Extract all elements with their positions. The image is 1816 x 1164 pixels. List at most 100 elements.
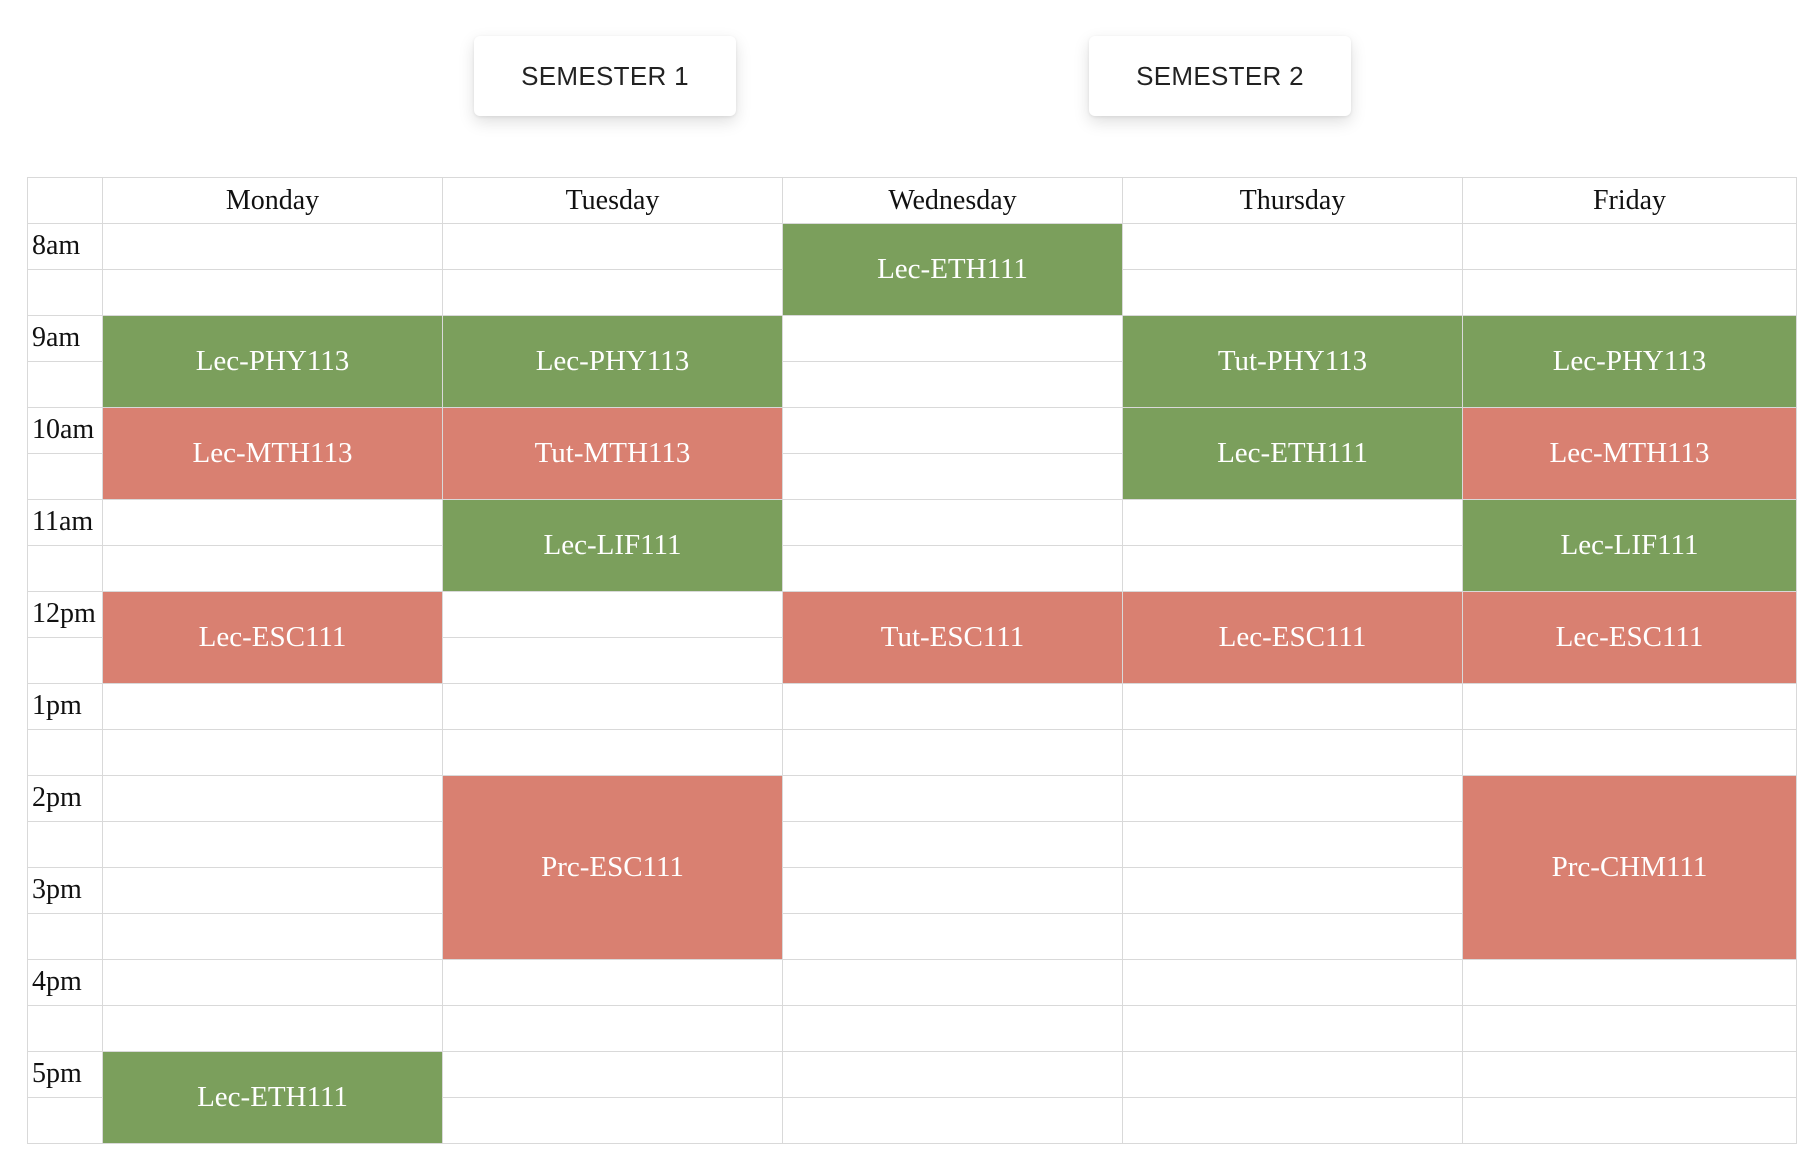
empty-slot <box>1122 729 1463 776</box>
class-block[interactable]: Prc-ESC111 <box>442 775 783 960</box>
day-header: Wednesday <box>782 177 1123 224</box>
class-block[interactable]: Lec-PHY113 <box>1462 315 1797 408</box>
empty-slot <box>782 407 1123 454</box>
empty-slot <box>782 545 1123 592</box>
empty-slot <box>1122 1097 1463 1144</box>
time-label: 4pm <box>27 959 103 1006</box>
time-label: 5pm <box>27 1051 103 1098</box>
time-spacer-cell <box>27 637 103 684</box>
empty-slot <box>1122 683 1463 730</box>
half-hour-row: 9am Lec-PHY113 Lec-PHY113 Tut-PHY113 Lec-PHY… <box>27 315 1797 408</box>
day-header-row: Monday Tuesday Wednesday Thursday Friday <box>27 177 1797 224</box>
empty-slot <box>442 1005 783 1052</box>
semester-2-button[interactable]: SEMESTER 2 <box>1089 36 1351 116</box>
empty-slot <box>1122 1051 1463 1098</box>
empty-slot <box>1122 775 1463 822</box>
time-spacer-cell <box>27 821 103 868</box>
half-hour-row <box>27 1005 1797 1052</box>
class-block[interactable]: Lec-ETH111 <box>102 1051 443 1144</box>
half-hour-row: 1pm <box>27 683 1797 730</box>
class-block[interactable]: Lec-ESC111 <box>102 591 443 684</box>
empty-slot <box>1122 867 1463 914</box>
half-hour-row: 8am Lec-ETH111 <box>27 223 1797 316</box>
empty-slot <box>1122 223 1463 270</box>
empty-slot <box>1122 1005 1463 1052</box>
time-label: 1pm <box>27 683 103 730</box>
empty-slot <box>1122 913 1463 960</box>
empty-slot <box>102 545 443 592</box>
class-block[interactable]: Lec-ESC111 <box>1462 591 1797 684</box>
empty-slot <box>782 821 1123 868</box>
empty-slot <box>782 867 1123 914</box>
empty-slot <box>782 1051 1123 1098</box>
empty-slot <box>782 683 1123 730</box>
empty-slot <box>782 499 1123 546</box>
semester-1-button[interactable]: SEMESTER 1 <box>474 36 736 116</box>
empty-slot <box>1462 223 1797 270</box>
empty-slot <box>102 775 443 822</box>
time-label: 3pm <box>27 867 103 914</box>
empty-slot <box>1462 1051 1797 1098</box>
half-hour-row: 5pm Lec-ETH111 <box>27 1051 1797 1144</box>
day-header: Friday <box>1462 177 1797 224</box>
time-spacer-cell <box>27 453 103 500</box>
empty-slot <box>102 729 443 776</box>
class-block[interactable]: Lec-PHY113 <box>102 315 443 408</box>
empty-slot <box>442 591 783 638</box>
time-label: 10am <box>27 407 103 454</box>
empty-slot <box>442 959 783 1006</box>
class-block[interactable]: Tut-PHY113 <box>1122 315 1463 408</box>
empty-slot <box>102 959 443 1006</box>
empty-slot <box>782 913 1123 960</box>
day-header: Monday <box>102 177 443 224</box>
empty-slot <box>1122 545 1463 592</box>
timetable-grid: Monday Tuesday Wednesday Thursday Friday… <box>27 177 1797 1144</box>
empty-slot <box>442 729 783 776</box>
empty-slot <box>102 269 443 316</box>
time-spacer-cell <box>27 361 103 408</box>
empty-slot <box>782 729 1123 776</box>
class-block[interactable]: Prc-CHM111 <box>1462 775 1797 960</box>
class-block[interactable]: Lec-MTH113 <box>1462 407 1797 500</box>
class-block[interactable]: Tut-ESC111 <box>782 591 1123 684</box>
empty-slot <box>1122 821 1463 868</box>
class-block[interactable]: Lec-PHY113 <box>442 315 783 408</box>
timetable-page: SEMESTER 1 SEMESTER 2 Monday Tuesday Wed… <box>0 0 1816 1164</box>
half-hour-row: 4pm <box>27 959 1797 1006</box>
class-block[interactable]: Lec-LIF111 <box>1462 499 1797 592</box>
empty-slot <box>1462 729 1797 776</box>
empty-slot <box>102 1005 443 1052</box>
empty-slot <box>782 361 1123 408</box>
day-header: Tuesday <box>442 177 783 224</box>
empty-slot <box>442 269 783 316</box>
class-block[interactable]: Lec-LIF111 <box>442 499 783 592</box>
class-block[interactable]: Tut-MTH113 <box>442 407 783 500</box>
empty-slot <box>1122 499 1463 546</box>
empty-slot <box>442 1097 783 1144</box>
time-spacer-cell <box>27 545 103 592</box>
empty-slot <box>1462 1097 1797 1144</box>
time-spacer-cell <box>27 269 103 316</box>
class-block[interactable]: Lec-ESC111 <box>1122 591 1463 684</box>
empty-slot <box>442 683 783 730</box>
class-block[interactable]: Lec-ETH111 <box>782 223 1123 316</box>
empty-slot <box>102 683 443 730</box>
class-block[interactable]: Lec-MTH113 <box>102 407 443 500</box>
half-hour-row: 10am Lec-MTH113 Tut-MTH113 Lec-ETH111 Lec-MT… <box>27 407 1797 500</box>
class-block[interactable]: Lec-ETH111 <box>1122 407 1463 500</box>
half-hour-row <box>27 729 1797 776</box>
empty-slot <box>102 499 443 546</box>
time-label: 11am <box>27 499 103 546</box>
empty-slot <box>782 775 1123 822</box>
empty-slot <box>1462 269 1797 316</box>
empty-slot <box>782 1097 1123 1144</box>
timetable-body: 8am Lec-ETH111 9am Lec-PHY113 Lec-PHY113 Tut-… <box>27 223 1797 1144</box>
day-header: Thursday <box>1122 177 1463 224</box>
empty-slot <box>442 637 783 684</box>
time-spacer-cell <box>27 913 103 960</box>
time-label: 8am <box>27 223 103 270</box>
half-hour-row: 12pm Lec-ESC111 Tut-ESC111 Lec-ESC111 Lec-ES… <box>27 591 1797 684</box>
empty-slot <box>1122 959 1463 1006</box>
empty-slot <box>782 1005 1123 1052</box>
empty-slot <box>1462 1005 1797 1052</box>
